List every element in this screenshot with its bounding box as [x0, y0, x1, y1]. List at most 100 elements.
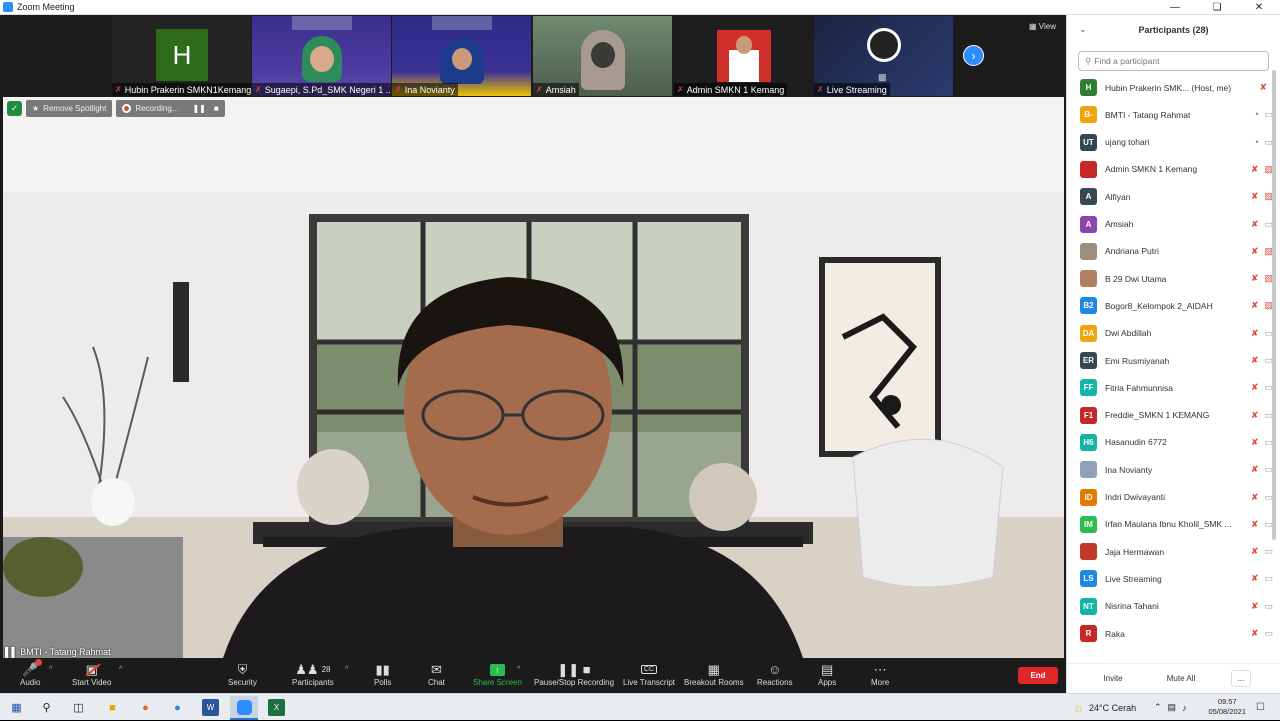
participant-row[interactable]: FF Fitria Fahmunnisa ✘ ▭ [1067, 374, 1274, 401]
video-icon[interactable]: ▭ [1264, 628, 1273, 639]
invite-button[interactable]: Invite [1093, 670, 1133, 687]
system-tray[interactable]: ⌃ ▤ ♪ [1154, 694, 1187, 721]
participant-scrollbar[interactable] [1272, 70, 1276, 540]
remove-spotlight-button[interactable]: ★ Remove Spotlight [26, 100, 113, 117]
file-explorer-icon[interactable]: ■ [104, 699, 121, 716]
mic-muted-icon[interactable]: ✘ [1251, 219, 1259, 230]
spotlight-video[interactable]: ✓ ★ Remove Spotlight Recording... ❚❚ ■ ▌▌ … [3, 97, 1064, 658]
close-button[interactable]: ✕ [1238, 0, 1280, 15]
word-icon[interactable]: W [202, 699, 219, 716]
mic-muted-icon[interactable]: ✘ [1251, 300, 1259, 311]
mic-muted-icon[interactable]: ✘ [1251, 464, 1259, 475]
notification-icon[interactable]: ☐ [1252, 699, 1269, 716]
mic-muted-icon[interactable]: ✘ [1251, 246, 1259, 257]
mic-muted-icon[interactable]: ✘ [1251, 601, 1259, 612]
participant-row[interactable]: ID Indri Dwivayanti ✘ ▭ [1067, 484, 1274, 511]
participant-row[interactable]: H6 Hasanudin 6772 ✘ ▭ [1067, 429, 1274, 456]
mic-muted-icon[interactable]: ✘ [1251, 437, 1259, 448]
search-input[interactable] [1094, 56, 1265, 66]
participant-search[interactable]: ⚲ [1078, 51, 1269, 71]
video-tile[interactable]: ✗ Ina Novianty [392, 16, 531, 96]
next-page-chevron-icon[interactable]: › [963, 45, 984, 66]
network-icon[interactable]: ▤ [1168, 702, 1177, 713]
video-icon[interactable]: ▭ [1264, 601, 1273, 612]
participant-row[interactable]: UT ujang tohari • ▭ [1067, 129, 1274, 156]
mic-muted-icon[interactable]: ✘ [1251, 410, 1259, 421]
participant-row[interactable]: Andriana Putri ✘ ▧ [1067, 238, 1274, 265]
audio-options-caret-icon[interactable]: ^ [49, 666, 52, 673]
participant-row[interactable]: R Raka ✘ ▭ [1067, 620, 1274, 647]
search-icon[interactable]: ⚲ [38, 699, 55, 716]
more-button[interactable]: ⋯ More [871, 661, 889, 688]
pause-stop-recording-button[interactable]: ❚❚ ■ Pause/Stop Recording [534, 661, 614, 688]
zoom-taskbar-icon[interactable] [230, 696, 258, 720]
mic-muted-icon[interactable]: ✘ [1251, 546, 1259, 557]
share-screen-button[interactable]: ↑ Share Screen [473, 661, 522, 687]
video-tile[interactable]: ✗ Admin SMKN 1 Kemang [674, 16, 813, 96]
edge-icon[interactable]: ● [169, 699, 186, 716]
mute-all-button[interactable]: Mute All [1157, 670, 1205, 687]
encryption-shield-icon[interactable]: ✓ [7, 101, 22, 116]
apps-button[interactable]: ▤ Apps [818, 661, 836, 688]
task-view-icon[interactable]: ◫ [70, 699, 87, 716]
participant-row[interactable]: ER Emi Rusmiyanah ✘ ▭ [1067, 347, 1274, 374]
mic-icon[interactable]: • [1255, 109, 1258, 120]
participant-row[interactable]: A Amsiah ✘ ▭ [1067, 211, 1274, 238]
collapse-chevron-icon[interactable]: ⌄ [1079, 24, 1087, 35]
minimize-button[interactable]: — [1154, 0, 1196, 15]
participant-row[interactable]: B 29 Dwi Utama ✘ ▧ [1067, 265, 1274, 292]
mic-muted-icon[interactable]: ✘ [1251, 355, 1259, 366]
mic-muted-icon[interactable]: ✘ [1251, 519, 1259, 530]
panel-more-button[interactable]: ... [1231, 670, 1251, 687]
participant-row[interactable]: F1 Freddie_SMKN 1 KEMANG ✘ ▭ [1067, 402, 1274, 429]
security-button[interactable]: ⛨ Security [228, 661, 257, 688]
video-tile[interactable]: ✗ Amsiah [533, 16, 672, 96]
stop-recording-icon[interactable]: ■ [214, 104, 219, 113]
tray-chevron-icon[interactable]: ⌃ [1154, 702, 1162, 713]
participants-caret-icon[interactable]: ^ [345, 666, 348, 673]
participant-row[interactable]: B- BMTI - Tatang Rahmat • ▭ [1067, 101, 1274, 128]
start-video-button[interactable]: ▣ Start Video [72, 661, 111, 688]
participant-row[interactable]: A Alfiyan ✘ ▧ [1067, 183, 1274, 210]
video-tile[interactable]: ▩ ✗ Live Streaming [814, 16, 953, 96]
participant-row[interactable]: LS Live Streaming ✘ ▭ [1067, 565, 1274, 592]
taskbar-clock[interactable]: 09.57 05/08/2021 [1208, 697, 1246, 717]
mic-muted-icon[interactable]: ✘ [1251, 191, 1259, 202]
end-meeting-button[interactable]: End [1018, 667, 1058, 684]
view-button[interactable]: ▦ View [1029, 22, 1056, 31]
participant-row[interactable]: Admin SMKN 1 Kemang ✘ ▧ [1067, 156, 1274, 183]
video-tile[interactable]: ✗ Sugaepi, S.Pd_SMK Negeri 1 ... [252, 16, 391, 96]
participant-row[interactable]: B2 Bogor8_Kelompok 2_AIDAH ✘ ▧ [1067, 292, 1274, 319]
windows-start-icon[interactable]: ▦ [8, 699, 25, 716]
participant-row[interactable]: Ina Novianty ✘ ▭ [1067, 456, 1274, 483]
mic-muted-icon[interactable]: ✘ [1251, 164, 1259, 175]
participant-row[interactable]: DA Dwi Abdillah ✘ ▭ [1067, 320, 1274, 347]
mic-muted-icon[interactable]: ✘ [1251, 492, 1259, 503]
volume-icon[interactable]: ♪ [1182, 703, 1187, 713]
participant-row[interactable]: H Hubin Prakerin SMK... (Host, me) ✘ [1067, 74, 1274, 101]
participant-row[interactable]: IM Irfan Maulana Ibnu Kholil_SMK ... ✘ ▭ [1067, 511, 1274, 538]
mic-muted-icon[interactable]: ✘ [1251, 628, 1259, 639]
pause-recording-icon[interactable]: ❚❚ [192, 104, 205, 113]
mic-muted-icon[interactable]: ✘ [1251, 273, 1259, 284]
weather-widget[interactable]: ☼ 24°C Cerah [1073, 694, 1136, 721]
video-options-caret-icon[interactable]: ^ [119, 666, 122, 673]
firefox-icon[interactable]: ● [137, 699, 154, 716]
mic-muted-icon[interactable]: ✘ [1251, 573, 1259, 584]
mic-muted-icon[interactable]: ✘ [1259, 82, 1267, 93]
video-tile[interactable]: H ✗ Hubin Prakerin SMKN1Kemang [112, 16, 251, 96]
video-icon[interactable]: ▭ [1264, 573, 1273, 584]
chat-button[interactable]: ✉ Chat [428, 661, 445, 688]
audio-button[interactable]: 🎤 Audio [20, 659, 43, 687]
excel-icon[interactable]: X [268, 699, 285, 716]
participant-row[interactable]: Jaja Hermawan ✘ ▭ [1067, 538, 1274, 565]
live-transcript-button[interactable]: CC Live Transcript [623, 661, 675, 687]
mic-icon[interactable]: • [1255, 137, 1258, 148]
breakout-rooms-button[interactable]: ▦ Breakout Rooms [684, 661, 744, 688]
share-options-caret-icon[interactable]: ^ [517, 666, 520, 673]
video-icon[interactable]: ▭ [1264, 546, 1273, 557]
restore-button[interactable]: ❏ [1196, 0, 1238, 15]
mic-muted-icon[interactable]: ✘ [1251, 382, 1259, 393]
polls-button[interactable]: ▮▮ Polls [374, 661, 391, 688]
reactions-button[interactable]: ☺ Reactions [757, 661, 793, 687]
